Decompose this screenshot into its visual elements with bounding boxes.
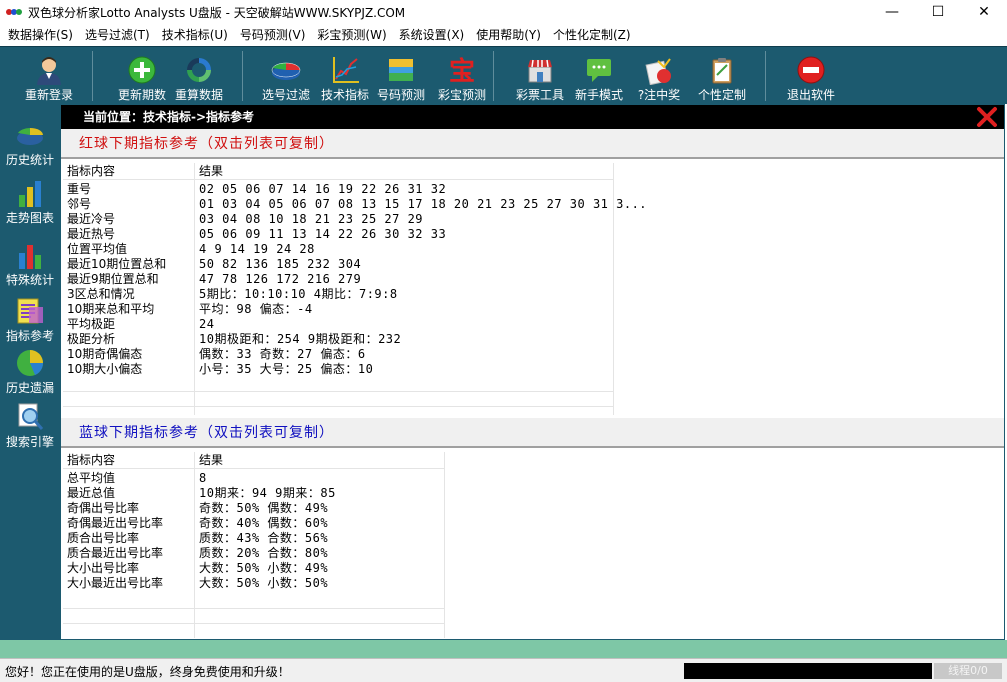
table-row[interactable]: 3区总和情况 5期比：10:10:10 4期比：7:9:8 (63, 287, 613, 302)
pie-chart-icon (15, 348, 45, 378)
lottery-tools-button[interactable]: 彩票工具 (512, 47, 568, 105)
sidebar: 历史统计 走势图表 特殊统计 指标参考 历史遗漏 搜索引擎 (0, 104, 60, 640)
table-row[interactable]: 大小出号比率 大数：50% 小数：49% (63, 561, 444, 576)
menu-number-predict[interactable]: 号码预测(V) (234, 24, 312, 46)
blue-section-title: 蓝球下期指标参考（双击列表可复制） (61, 418, 1004, 448)
toolbar-separator (493, 51, 494, 101)
sidebar-item-special-stats[interactable]: 特殊统计 (0, 240, 60, 288)
minimize-button[interactable]: — (869, 0, 915, 24)
picture-icon (385, 54, 417, 86)
pie-chart-icon (15, 120, 45, 150)
menu-help[interactable]: 使用帮助(Y) (470, 24, 547, 46)
close-button[interactable]: ✕ (961, 0, 1007, 24)
plus-icon (126, 54, 158, 86)
customize-button[interactable]: 个性定制 (692, 47, 752, 105)
gift-icon (643, 54, 675, 86)
pie-chart-icon (270, 54, 302, 86)
table-row[interactable]: 10期大小偏态 小号：35 大号：25 偏态：10 (63, 362, 613, 377)
status-message: 您好！您正在使用的是U盘版，终身免费使用和升级！ (5, 665, 290, 679)
bar-chart-icon (15, 178, 45, 208)
line-chart-icon (329, 54, 361, 86)
toolbar-separator (765, 51, 766, 101)
table-row[interactable]: 质合出号比率 质数：43% 合数：56% (63, 531, 444, 546)
sidebar-item-trend-charts[interactable]: 走势图表 (0, 178, 60, 226)
title-bar: 双色球分析家Lotto Analysts U盘版 - 天空破解站WWW.SKYP… (0, 0, 1007, 24)
sidebar-item-history-stats[interactable]: 历史统计 (0, 120, 60, 168)
table-row[interactable]: 10期来总和平均 平均：98 偏态：-4 (63, 302, 613, 317)
stop-icon (795, 54, 827, 86)
menu-system-settings[interactable]: 系统设置(X) (393, 24, 471, 46)
search-icon (15, 402, 45, 432)
table-row[interactable]: 极距分析 10期极距和：254 9期极距和：232 (63, 332, 613, 347)
toolbar: 重新登录 更新期数 重算数据 选号过滤 技术指标 号码预测 宝 彩宝预测 彩票工… (0, 46, 1007, 104)
menu-bar: 数据操作(S) 选号过滤(T) 技术指标(U) 号码预测(V) 彩宝预测(W) … (0, 24, 1007, 46)
document-icon (15, 296, 45, 326)
app-icon (6, 6, 22, 18)
novice-mode-button[interactable]: 新手模式 (572, 47, 626, 105)
table-row[interactable]: 奇偶出号比率 奇数：50% 偶数：49% (63, 501, 444, 516)
tech-indicators-button[interactable]: 技术指标 (318, 47, 372, 105)
menu-caibao-predict[interactable]: 彩宝预测(W) (311, 24, 392, 46)
table-row[interactable]: 邻号 01 03 04 05 06 07 08 13 15 17 18 20 21… (63, 197, 647, 212)
progress-bar (684, 663, 932, 679)
table-row[interactable]: 最近10期位置总和 50 82 136 185 232 304 (63, 257, 613, 272)
table-row[interactable]: 位置平均值 4 9 14 19 24 28 (63, 242, 613, 257)
number-predict-button[interactable]: 号码预测 (374, 47, 428, 105)
table-header: 指标内容 结果 (67, 453, 224, 467)
table-row[interactable]: 质合最近出号比率 质数：20% 合数：80% (63, 546, 444, 561)
table-row[interactable]: 奇偶最近出号比率 奇数：40% 偶数：60% (63, 516, 444, 531)
footer-strip (0, 640, 1007, 658)
refresh-icon (183, 54, 215, 86)
red-indicator-table[interactable]: 指标内容 结果 重号 02 05 06 07 14 16 19 22 26 31 … (63, 163, 1004, 415)
sidebar-item-history-missing[interactable]: 历史遗漏 (0, 348, 60, 396)
treasure-icon: 宝 (446, 54, 478, 86)
table-header: 指标内容 结果 (67, 164, 224, 178)
user-icon (33, 54, 65, 86)
svg-text:宝: 宝 (449, 56, 475, 85)
table-row[interactable]: 总平均值 8 (63, 471, 444, 486)
bar-chart-icon (15, 240, 45, 270)
menu-tech-indicators[interactable]: 技术指标(U) (156, 24, 234, 46)
table-row[interactable]: 大小最近出号比率 大数：50% 小数：50% (63, 576, 444, 591)
update-periods-button[interactable]: 更新期数 (114, 47, 170, 105)
table-row[interactable]: 最近总值 10期来：94 9期来：85 (63, 486, 444, 501)
maximize-button[interactable]: ☐ (915, 0, 961, 24)
caibao-predict-button[interactable]: 宝 彩宝预测 (434, 47, 490, 105)
sidebar-item-search-engine[interactable]: 搜索引擎 (0, 402, 60, 450)
toolbar-separator (242, 51, 243, 101)
menu-data-ops[interactable]: 数据操作(S) (2, 24, 79, 46)
filter-button[interactable]: 选号过滤 (258, 47, 314, 105)
table-row[interactable]: 10期奇偶偏态 偶数：33 奇数：27 偏态：6 (63, 347, 613, 362)
thread-count: 线程0/0 (934, 663, 1002, 679)
table-row[interactable]: 重号 02 05 06 07 14 16 19 22 26 31 32 (63, 182, 613, 197)
relogin-button[interactable]: 重新登录 (22, 47, 76, 105)
status-bar: 您好！您正在使用的是U盘版，终身免费使用和升级！ 线程0/0 (0, 658, 1007, 682)
window-title: 双色球分析家Lotto Analysts U盘版 - 天空破解站WWW.SKYP… (28, 5, 406, 20)
chat-icon (583, 54, 615, 86)
red-section-title: 红球下期指标参考（双击列表可复制） (61, 129, 1004, 159)
recalc-button[interactable]: 重算数据 (172, 47, 226, 105)
table-row[interactable]: 最近9期位置总和 47 78 126 172 216 279 (63, 272, 613, 287)
shop-icon (524, 54, 556, 86)
location-bar: 当前位置：技术指标->指标参考 (61, 105, 1004, 129)
close-panel-icon[interactable] (976, 106, 998, 128)
menu-filter[interactable]: 选号过滤(T) (79, 24, 156, 46)
table-row[interactable]: 最近冷号 03 04 08 10 18 21 23 25 27 29 (63, 212, 613, 227)
winning-notes-button[interactable]: ?注中奖 (632, 47, 686, 105)
sidebar-item-indicator-reference[interactable]: 指标参考 (0, 296, 60, 344)
blue-indicator-table[interactable]: 指标内容 结果 总平均值 8 最近总值 10期来：94 9期来：85 奇偶出号比率奇… (63, 452, 1004, 638)
main-content: 当前位置：技术指标->指标参考 红球下期指标参考（双击列表可复制） 指标内容 结… (60, 104, 1005, 640)
table-row[interactable]: 最近热号 05 06 09 11 13 14 22 26 30 32 33 (63, 227, 613, 242)
table-row[interactable]: 平均极距 24 (63, 317, 613, 332)
exit-button[interactable]: 退出软件 (782, 47, 840, 105)
toolbar-separator (92, 51, 93, 101)
menu-customize[interactable]: 个性化定制(Z) (547, 24, 637, 46)
clipboard-icon (706, 54, 738, 86)
